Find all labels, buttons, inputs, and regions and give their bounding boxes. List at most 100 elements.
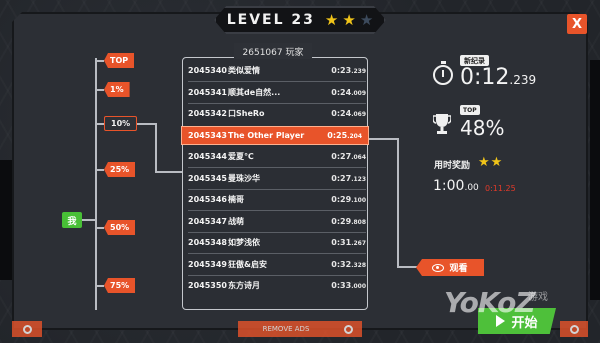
player-name: 楠哥 [228, 195, 244, 204]
percentile-value: 48% [460, 116, 505, 140]
stopwatch-icon [433, 61, 453, 85]
player-rank-id: 2045341 [188, 88, 227, 97]
player-time-main: 0:27 [331, 174, 352, 183]
player-time-ms: .100 [351, 197, 366, 204]
player-rank-id: 2045349 [188, 260, 227, 269]
me-tag: 我 [62, 212, 82, 228]
player-time-ms: .239 [351, 68, 366, 75]
reward-star-icon: ★★ [478, 155, 504, 170]
player-time-ms: .267 [351, 240, 366, 247]
edge-right [590, 60, 600, 300]
player-time-main: 0:24 [331, 88, 352, 97]
leaderboard-row[interactable]: 2045340 类似爱情 0:23.239 [188, 61, 366, 80]
edge-left [0, 160, 14, 280]
player-name: The Other Player [228, 131, 305, 140]
leaderboard-title: 2651067 玩家 [234, 43, 312, 59]
gear-icon [22, 324, 32, 334]
leaderboard-row-current[interactable]: 2045343 The Other Player 0:25.204 [181, 126, 369, 145]
refresh-icon [343, 324, 353, 334]
player-time: 0:29.808 [324, 217, 366, 226]
player-time-main: 0:23 [331, 66, 352, 75]
leaderboard-row[interactable]: 2045342 口SheRo 0:24.069 [188, 104, 366, 123]
player-time: 0:24.069 [324, 109, 366, 118]
tree-branch [96, 123, 104, 125]
player-name: 顺其de自然... [228, 88, 281, 97]
player-time: 0:23.239 [324, 66, 366, 75]
settings-button[interactable] [12, 321, 42, 337]
player-time-ms: .000 [351, 283, 366, 290]
player-name: 曼珠沙华 [228, 174, 260, 183]
player-time-main: 0:29 [331, 195, 352, 204]
percentile-tag-1: 1% [104, 82, 130, 97]
leaderboard-row[interactable]: 2045341 顺其de自然... 0:24.009 [188, 83, 366, 102]
player-time: 0:25.204 [320, 131, 362, 140]
eye-icon [432, 263, 445, 272]
percentile-tag-50: 50% [104, 220, 136, 235]
star-empty-icon: ★ [359, 10, 374, 29]
leaderboard-row[interactable]: 2045345 曼珠沙华 0:27.123 [188, 169, 366, 188]
row-divider [188, 167, 366, 168]
tree-branch [82, 219, 96, 221]
percentile-tag-75: 75% [104, 278, 136, 293]
player-rank-id: 2045350 [188, 281, 227, 290]
level-title: LEVEL 23 [226, 12, 315, 28]
close-button[interactable]: X [567, 14, 587, 34]
connector-line [155, 123, 157, 173]
player-name: 狂傲&启安 [228, 260, 267, 269]
tree-trunk [95, 58, 97, 310]
watch-label: 观看 [449, 264, 468, 274]
player-rank-id: 2045340 [188, 66, 227, 75]
player-time-main: 0:31 [331, 238, 352, 247]
player-time: 0:32.328 [324, 260, 366, 269]
tree-branch [96, 227, 104, 229]
leaderboard-row[interactable]: 2045346 楠哥 0:29.100 [188, 190, 366, 209]
tree-branch [96, 285, 104, 287]
reward-time: 1:00.00 [433, 178, 479, 194]
connector-line [155, 171, 183, 173]
top-badge: TOP [460, 105, 480, 115]
row-divider [188, 210, 366, 211]
player-time-ms: .808 [351, 219, 366, 226]
player-time-ms: .064 [351, 154, 366, 161]
record-time: 0:12.239 [460, 65, 536, 90]
watermark-logo: YoKoZ [444, 286, 536, 319]
player-rank-id: 2045345 [188, 174, 227, 183]
time-reward-label: 用时奖励 [434, 161, 471, 171]
row-divider [188, 81, 366, 82]
connector-line [397, 138, 399, 268]
leaderboard-row[interactable]: 2045344 爱夏℃ 0:27.064 [188, 147, 366, 166]
player-time: 0:31.267 [324, 238, 366, 247]
player-time-ms: .328 [351, 262, 366, 269]
share-icon [569, 324, 579, 334]
leaderboard-row[interactable]: 2045349 狂傲&启安 0:32.328 [188, 255, 366, 274]
player-time: 0:24.009 [324, 88, 366, 97]
share-button[interactable] [560, 321, 588, 337]
trophy-icon [433, 114, 451, 134]
player-name: 东方诗月 [228, 281, 260, 290]
level-header: LEVEL 23 ★ ★ ★ [214, 6, 386, 34]
player-time-ms: .204 [347, 133, 362, 140]
connector-line [397, 266, 417, 268]
leaderboard-row[interactable]: 2045347 战萌 0:29.808 [188, 212, 366, 231]
percentile-tag-top: TOP [104, 53, 135, 68]
player-time-main: 0:32 [331, 260, 352, 269]
tree-branch [96, 169, 104, 171]
leaderboard-row[interactable]: 2045348 如梦浅依 0:31.267 [188, 233, 366, 252]
player-name: 口SheRo [228, 109, 265, 118]
player-time-ms: .123 [351, 176, 366, 183]
percentile-tag-10: 10% [104, 116, 138, 131]
watch-replay-button[interactable]: 观看 [416, 259, 484, 276]
player-time-main: 0:33 [331, 281, 352, 290]
tree-branch [96, 60, 104, 62]
player-name: 战萌 [228, 217, 244, 226]
star-icon: ★ [342, 10, 356, 29]
connector-line [368, 138, 398, 140]
percentile-tag-25: 25% [104, 162, 136, 177]
remove-ads-button[interactable]: REMOVE ADS [238, 321, 334, 337]
player-name: 类似爱情 [228, 66, 260, 75]
record-time-main: 0:12 [460, 65, 510, 90]
leaderboard-row[interactable]: 2045350 东方诗月 0:33.000 [188, 276, 366, 295]
player-name: 爱夏℃ [228, 152, 254, 161]
tree-branch [96, 89, 104, 91]
refresh-button[interactable] [334, 321, 362, 337]
